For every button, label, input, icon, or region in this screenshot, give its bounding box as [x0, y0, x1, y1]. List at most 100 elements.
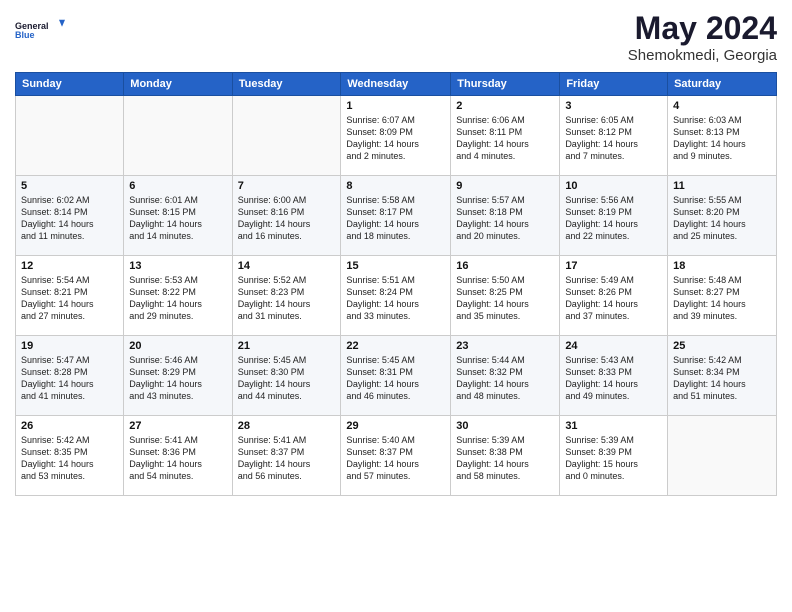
- calendar: Sunday Monday Tuesday Wednesday Thursday…: [15, 72, 777, 496]
- day-info: Sunrise: 5:56 AMSunset: 8:19 PMDaylight:…: [565, 194, 662, 243]
- day-number: 10: [565, 180, 662, 192]
- day-number: 25: [673, 340, 771, 352]
- col-saturday: Saturday: [668, 73, 777, 96]
- table-row: 16 Sunrise: 5:50 AMSunset: 8:25 PMDayligh…: [451, 256, 560, 336]
- day-number: 11: [673, 180, 771, 192]
- day-number: 9: [456, 180, 554, 192]
- day-number: 26: [21, 420, 118, 432]
- day-info: Sunrise: 5:39 AMSunset: 8:39 PMDaylight:…: [565, 434, 662, 483]
- day-info: Sunrise: 5:46 AMSunset: 8:29 PMDaylight:…: [129, 354, 226, 403]
- day-info: Sunrise: 6:03 AMSunset: 8:13 PMDaylight:…: [673, 114, 771, 163]
- day-info: Sunrise: 5:45 AMSunset: 8:31 PMDaylight:…: [346, 354, 445, 403]
- day-info: Sunrise: 5:51 AMSunset: 8:24 PMDaylight:…: [346, 274, 445, 323]
- table-row: [16, 96, 124, 176]
- day-info: Sunrise: 6:00 AMSunset: 8:16 PMDaylight:…: [238, 194, 336, 243]
- calendar-week-row: 12 Sunrise: 5:54 AMSunset: 8:21 PMDayligh…: [16, 256, 777, 336]
- table-row: 13Sunrise: 5:53 AMSunset: 8:22 PMDayligh…: [124, 256, 232, 336]
- day-info: Sunrise: 5:43 AMSunset: 8:33 PMDaylight:…: [565, 354, 662, 403]
- table-row: [668, 416, 777, 496]
- day-number: 29: [346, 420, 445, 432]
- day-number: 17: [565, 260, 662, 272]
- table-row: 31 Sunrise: 5:39 AMSunset: 8:39 PMDayligh…: [560, 416, 668, 496]
- table-row: 23 Sunrise: 5:44 AMSunset: 8:32 PMDayligh…: [451, 336, 560, 416]
- table-row: 6 Sunrise: 6:01 AMSunset: 8:15 PMDaylight…: [124, 176, 232, 256]
- day-number: 31: [565, 420, 662, 432]
- day-number: 4: [673, 100, 771, 112]
- calendar-week-row: 5 Sunrise: 6:02 AMSunset: 8:14 PMDaylight…: [16, 176, 777, 256]
- day-info: Sunrise: 5:39 AMSunset: 8:38 PMDaylight:…: [456, 434, 554, 483]
- table-row: 1Sunrise: 6:07 AMSunset: 8:09 PMDaylight…: [341, 96, 451, 176]
- table-row: 18Sunrise: 5:48 AMSunset: 8:27 PMDayligh…: [668, 256, 777, 336]
- day-number: 16: [456, 260, 554, 272]
- col-tuesday: Tuesday: [232, 73, 341, 96]
- day-info: Sunrise: 5:41 AMSunset: 8:36 PMDaylight:…: [129, 434, 226, 483]
- day-info: Sunrise: 5:52 AMSunset: 8:23 PMDaylight:…: [238, 274, 336, 323]
- logo: General Blue: [15, 10, 65, 50]
- day-number: 15: [346, 260, 445, 272]
- col-friday: Friday: [560, 73, 668, 96]
- calendar-week-row: 26Sunrise: 5:42 AMSunset: 8:35 PMDayligh…: [16, 416, 777, 496]
- table-row: 26Sunrise: 5:42 AMSunset: 8:35 PMDayligh…: [16, 416, 124, 496]
- table-row: 12 Sunrise: 5:54 AMSunset: 8:21 PMDayligh…: [16, 256, 124, 336]
- month-year: May 2024: [628, 10, 777, 47]
- col-thursday: Thursday: [451, 73, 560, 96]
- table-row: 21 Sunrise: 5:45 AMSunset: 8:30 PMDayligh…: [232, 336, 341, 416]
- table-row: 15 Sunrise: 5:51 AMSunset: 8:24 PMDayligh…: [341, 256, 451, 336]
- table-row: [124, 96, 232, 176]
- calendar-week-row: 19 Sunrise: 5:47 AMSunset: 8:28 PMDayligh…: [16, 336, 777, 416]
- day-info: Sunrise: 5:47 AMSunset: 8:28 PMDaylight:…: [21, 354, 118, 403]
- title-block: May 2024 Shemokmedi, Georgia: [628, 10, 777, 64]
- table-row: 2Sunrise: 6:06 AMSunset: 8:11 PMDaylight…: [451, 96, 560, 176]
- svg-text:Blue: Blue: [15, 30, 35, 40]
- day-number: 19: [21, 340, 118, 352]
- day-number: 23: [456, 340, 554, 352]
- table-row: 5 Sunrise: 6:02 AMSunset: 8:14 PMDaylight…: [16, 176, 124, 256]
- table-row: 20Sunrise: 5:46 AMSunset: 8:29 PMDayligh…: [124, 336, 232, 416]
- svg-text:General: General: [15, 21, 49, 31]
- table-row: 27Sunrise: 5:41 AMSunset: 8:36 PMDayligh…: [124, 416, 232, 496]
- day-number: 7: [238, 180, 336, 192]
- day-number: 21: [238, 340, 336, 352]
- table-row: 19 Sunrise: 5:47 AMSunset: 8:28 PMDayligh…: [16, 336, 124, 416]
- day-info: Sunrise: 6:02 AMSunset: 8:14 PMDaylight:…: [21, 194, 118, 243]
- day-info: Sunrise: 5:40 AMSunset: 8:37 PMDaylight:…: [346, 434, 445, 483]
- day-info: Sunrise: 5:58 AMSunset: 8:17 PMDaylight:…: [346, 194, 445, 243]
- day-info: Sunrise: 5:44 AMSunset: 8:32 PMDaylight:…: [456, 354, 554, 403]
- day-number: 24: [565, 340, 662, 352]
- table-row: 29 Sunrise: 5:40 AMSunset: 8:37 PMDayligh…: [341, 416, 451, 496]
- day-number: 18: [673, 260, 771, 272]
- day-info: Sunrise: 5:42 AMSunset: 8:34 PMDaylight:…: [673, 354, 771, 403]
- table-row: [232, 96, 341, 176]
- calendar-header-row: Sunday Monday Tuesday Wednesday Thursday…: [16, 73, 777, 96]
- table-row: 28 Sunrise: 5:41 AMSunset: 8:37 PMDayligh…: [232, 416, 341, 496]
- table-row: 17Sunrise: 5:49 AMSunset: 8:26 PMDayligh…: [560, 256, 668, 336]
- calendar-week-row: 1Sunrise: 6:07 AMSunset: 8:09 PMDaylight…: [16, 96, 777, 176]
- table-row: 7 Sunrise: 6:00 AMSunset: 8:16 PMDaylight…: [232, 176, 341, 256]
- table-row: 9 Sunrise: 5:57 AMSunset: 8:18 PMDaylight…: [451, 176, 560, 256]
- day-info: Sunrise: 5:54 AMSunset: 8:21 PMDaylight:…: [21, 274, 118, 323]
- table-row: 25 Sunrise: 5:42 AMSunset: 8:34 PMDayligh…: [668, 336, 777, 416]
- day-number: 30: [456, 420, 554, 432]
- col-monday: Monday: [124, 73, 232, 96]
- page: General Blue May 2024 Shemokmedi, Georgi…: [0, 0, 792, 612]
- table-row: 10 Sunrise: 5:56 AMSunset: 8:19 PMDayligh…: [560, 176, 668, 256]
- day-number: 5: [21, 180, 118, 192]
- day-number: 28: [238, 420, 336, 432]
- table-row: 14Sunrise: 5:52 AMSunset: 8:23 PMDayligh…: [232, 256, 341, 336]
- day-number: 3: [565, 100, 662, 112]
- table-row: 24 Sunrise: 5:43 AMSunset: 8:33 PMDayligh…: [560, 336, 668, 416]
- day-info: Sunrise: 5:57 AMSunset: 8:18 PMDaylight:…: [456, 194, 554, 243]
- day-info: Sunrise: 5:50 AMSunset: 8:25 PMDaylight:…: [456, 274, 554, 323]
- day-number: 12: [21, 260, 118, 272]
- location: Shemokmedi, Georgia: [628, 47, 777, 64]
- day-info: Sunrise: 5:45 AMSunset: 8:30 PMDaylight:…: [238, 354, 336, 403]
- day-info: Sunrise: 6:01 AMSunset: 8:15 PMDaylight:…: [129, 194, 226, 243]
- day-number: 1: [346, 100, 445, 112]
- day-number: 6: [129, 180, 226, 192]
- day-number: 13: [129, 260, 226, 272]
- table-row: 22Sunrise: 5:45 AMSunset: 8:31 PMDayligh…: [341, 336, 451, 416]
- col-wednesday: Wednesday: [341, 73, 451, 96]
- table-row: 4 Sunrise: 6:03 AMSunset: 8:13 PMDaylight…: [668, 96, 777, 176]
- col-sunday: Sunday: [16, 73, 124, 96]
- day-info: Sunrise: 5:41 AMSunset: 8:37 PMDaylight:…: [238, 434, 336, 483]
